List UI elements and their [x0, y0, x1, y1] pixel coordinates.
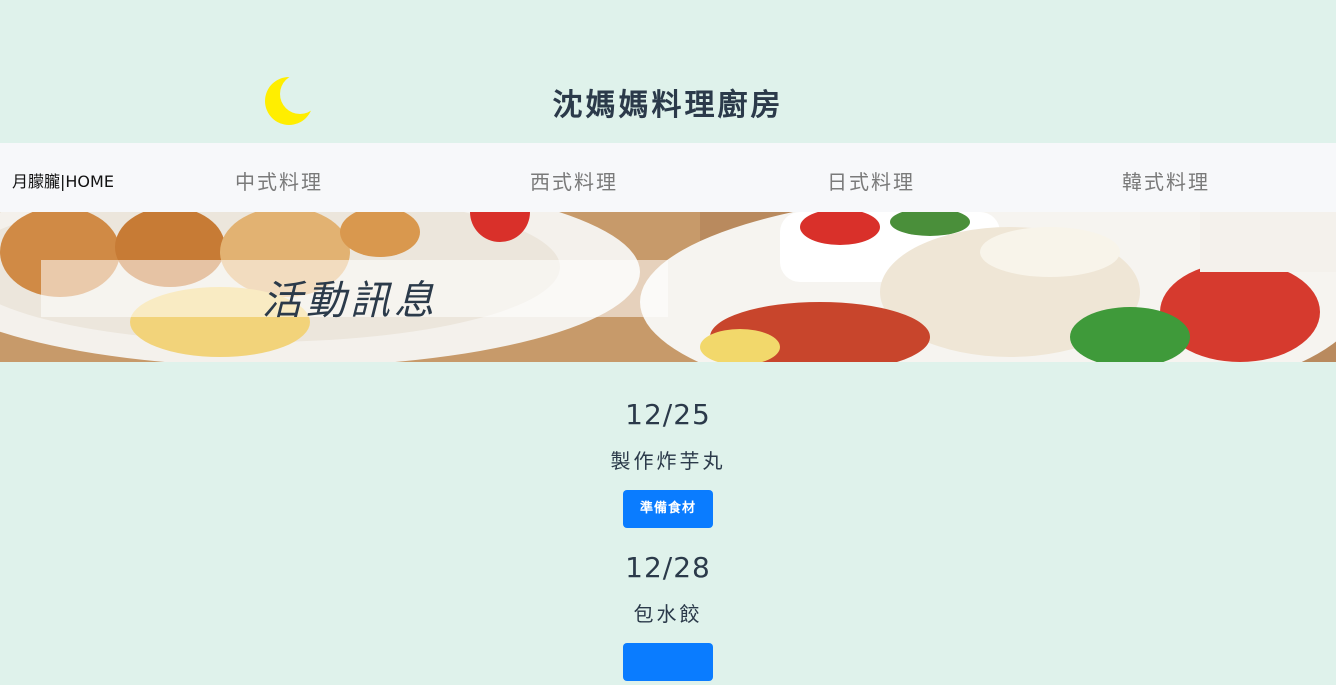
- site-title: 沈媽媽料理廚房: [552, 88, 784, 123]
- event-name: 製作炸芋丸: [610, 449, 726, 473]
- site-header: 沈媽媽料理廚房: [0, 0, 1336, 143]
- nav-item-chinese[interactable]: 中式料理: [235, 166, 323, 195]
- home-link[interactable]: 月朦朧|HOME: [12, 168, 114, 192]
- event-date: 12/28: [625, 551, 711, 584]
- event-item: 12/28 包水餃: [0, 551, 1336, 685]
- event-item: 12/25 製作炸芋丸 準備食材: [0, 398, 1336, 528]
- event-name: 包水餃: [633, 602, 703, 626]
- nav-item-japanese[interactable]: 日式料理: [827, 166, 915, 195]
- prepare-ingredients-button[interactable]: 準備食材: [623, 490, 713, 528]
- banner: 活動訊息: [0, 212, 1336, 362]
- nav-item-western[interactable]: 西式料理: [530, 166, 618, 195]
- event-button[interactable]: [623, 643, 713, 681]
- nav-item-korean[interactable]: 韓式料理: [1122, 166, 1210, 195]
- navbar: 月朦朧|HOME 中式料理 西式料理 日式料理 韓式料理: [0, 143, 1336, 212]
- banner-title: 活動訊息: [262, 278, 438, 324]
- event-date: 12/25: [625, 398, 711, 431]
